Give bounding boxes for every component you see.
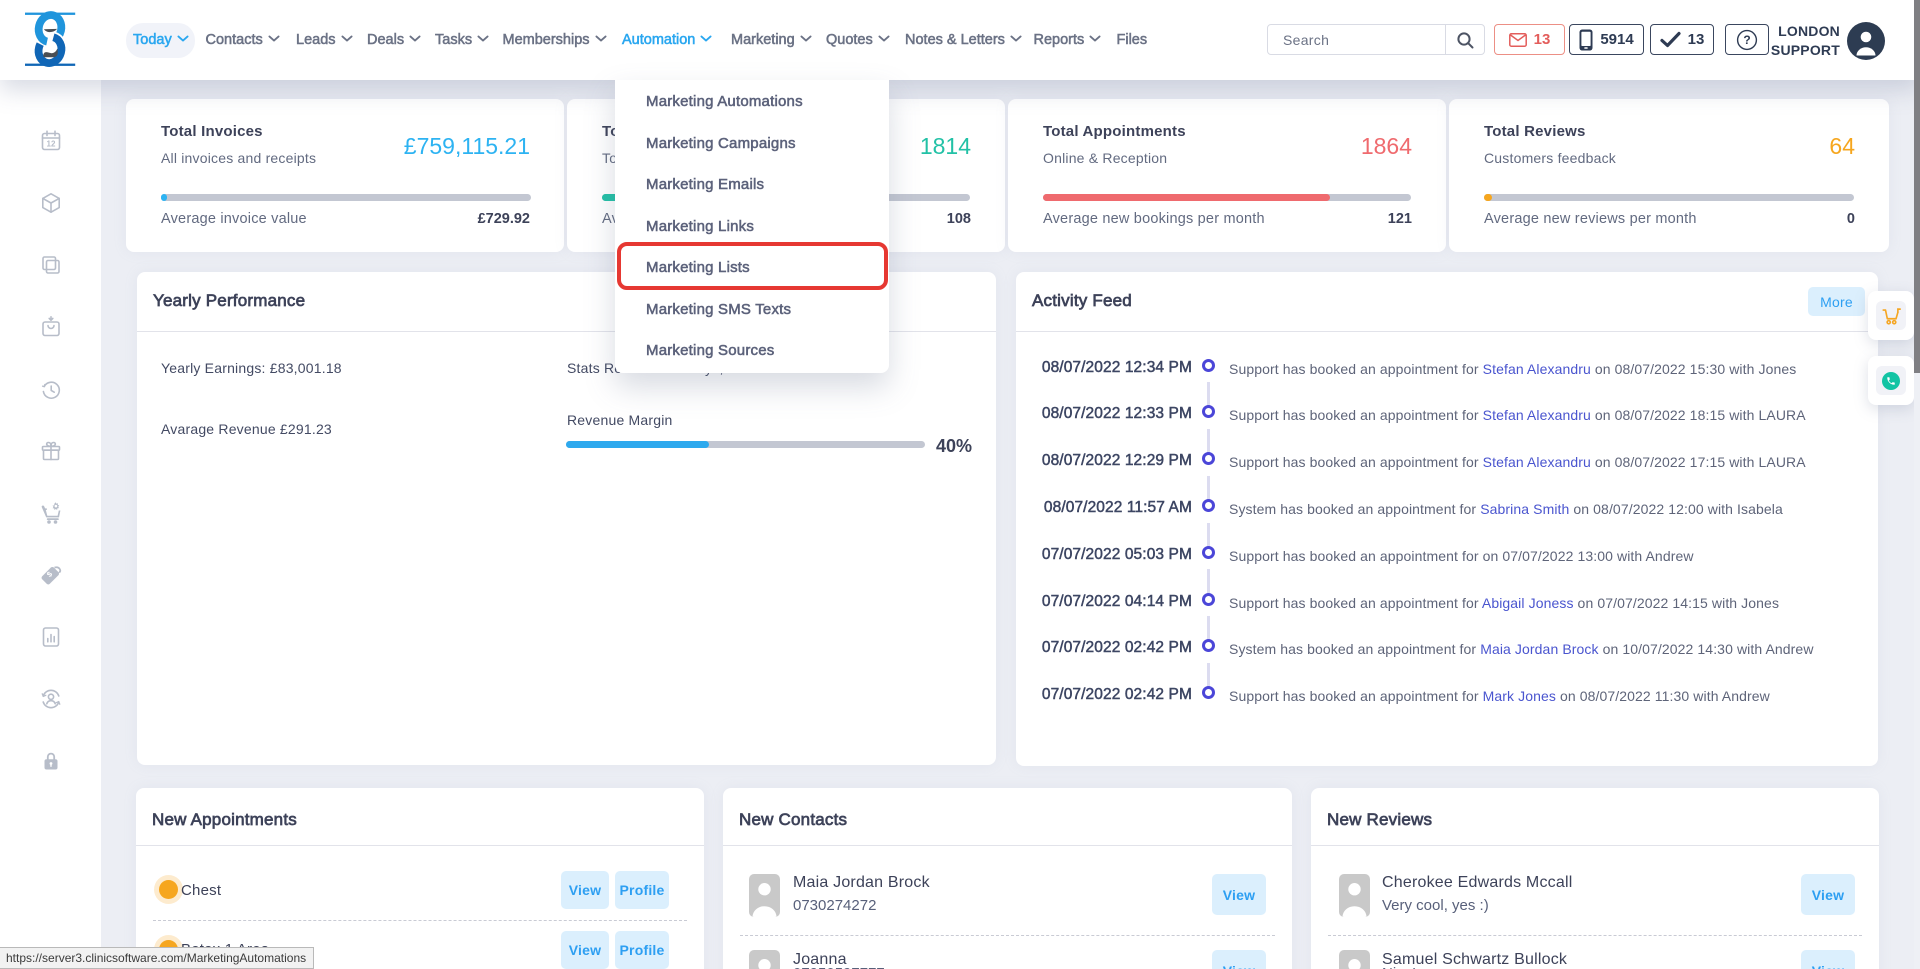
svg-text:12: 12 xyxy=(47,140,56,149)
